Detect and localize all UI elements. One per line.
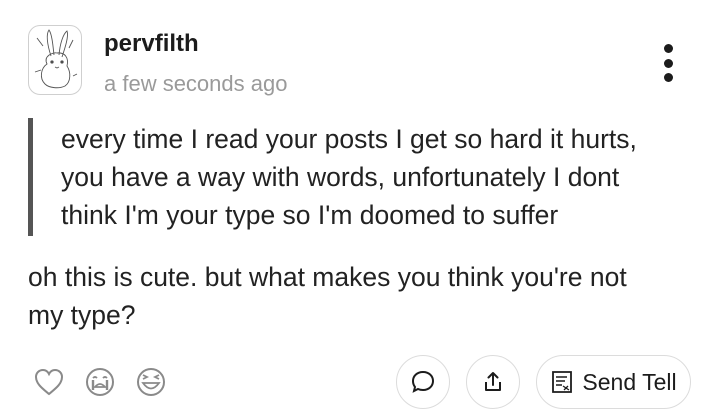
laughing-face-icon[interactable] xyxy=(134,365,168,399)
more-options-icon[interactable] xyxy=(651,40,685,86)
crying-face-icon[interactable] xyxy=(83,365,117,399)
quote-line: every time I read your posts I get so ha… xyxy=(61,124,637,154)
send-tell-label: Send Tell xyxy=(582,368,677,395)
reply-line: my type? xyxy=(28,300,136,330)
more-dot xyxy=(663,44,673,53)
speech-bubble-icon xyxy=(411,370,435,393)
username[interactable]: pervfilth xyxy=(104,30,199,58)
quoted-message-text: every time I read your posts I get so ha… xyxy=(61,120,708,234)
heart-icon[interactable] xyxy=(32,365,66,399)
reply-text: oh this is cute. but what makes you thin… xyxy=(28,258,708,334)
quoted-message: every time I read your posts I get so ha… xyxy=(28,118,708,236)
reactions-bar xyxy=(32,365,168,399)
quote-line: think I'm your type so I'm doomed to suf… xyxy=(61,200,559,230)
quote-line: you have a way with words, unfortunately… xyxy=(61,162,620,192)
note-icon xyxy=(552,371,573,393)
share-button[interactable] xyxy=(466,355,520,409)
avatar[interactable] xyxy=(28,25,82,95)
comment-button[interactable] xyxy=(396,355,450,409)
reply-line: oh this is cute. but what makes you thin… xyxy=(28,262,627,292)
share-icon xyxy=(485,372,501,391)
timestamp: a few seconds ago xyxy=(104,71,288,96)
bunny-sketch-icon xyxy=(34,29,78,89)
send-tell-button[interactable]: Send Tell xyxy=(536,355,691,409)
more-dot xyxy=(663,73,673,82)
more-dot xyxy=(663,58,673,68)
